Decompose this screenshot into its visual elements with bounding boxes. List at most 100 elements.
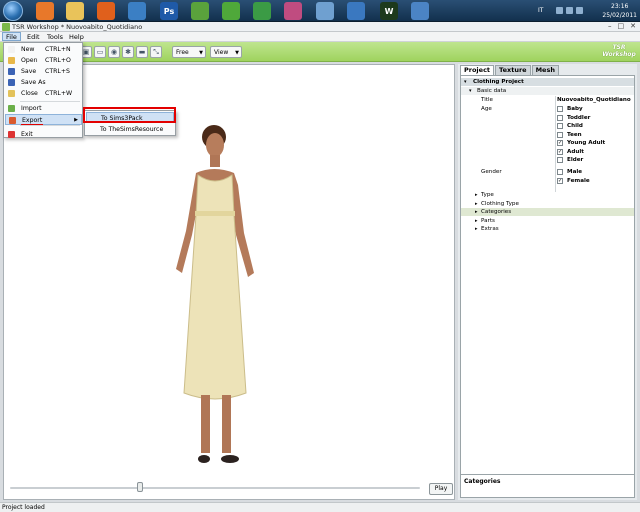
group-clothing-type[interactable]: ▸ Clothing Type bbox=[461, 200, 634, 208]
file-menu-save-as[interactable]: Save As bbox=[5, 77, 82, 88]
file-menu-close[interactable]: Close CTRL+W bbox=[5, 88, 82, 99]
start-button[interactable] bbox=[3, 1, 23, 21]
checkbox[interactable]: ✓ bbox=[557, 140, 563, 146]
group-label: Extras bbox=[481, 226, 499, 232]
group-type[interactable]: ▸ Type bbox=[461, 191, 634, 199]
menu-tools[interactable]: Tools bbox=[44, 33, 66, 41]
save-icon bbox=[8, 68, 15, 75]
collapse-icon[interactable]: ▾ bbox=[464, 78, 467, 86]
menu-item-label: Exit bbox=[21, 131, 33, 138]
menu-separator bbox=[20, 125, 80, 126]
system-tray: IT 23:16 25/02/2011 bbox=[530, 0, 640, 22]
minimize-button[interactable]: – bbox=[608, 22, 612, 30]
import-icon bbox=[8, 105, 15, 112]
expand-icon[interactable]: ▸ bbox=[475, 217, 478, 225]
checkbox-label: Adult bbox=[567, 148, 584, 155]
app-icon-1[interactable] bbox=[191, 2, 209, 20]
checkbox[interactable] bbox=[557, 131, 563, 138]
checkbox[interactable]: ✓ bbox=[557, 177, 563, 184]
maximize-button[interactable]: □ bbox=[618, 22, 625, 30]
browser-icon[interactable] bbox=[347, 2, 365, 20]
photoshop-icon[interactable]: Ps bbox=[160, 2, 178, 20]
status-bar: Project loaded bbox=[0, 502, 640, 512]
view-toolbar: ▣ ▭ ◉ ✱ ▬ ⤡ bbox=[80, 46, 162, 58]
age-option-young-adult: ✓ Young Adult bbox=[461, 139, 634, 147]
timeline-slider-thumb[interactable] bbox=[137, 482, 144, 492]
tab-texture[interactable]: Texture bbox=[495, 65, 531, 75]
tab-mesh[interactable]: Mesh bbox=[531, 65, 559, 75]
title-value-field[interactable]: Nuovoabito_Quotidiano bbox=[557, 96, 631, 104]
toolbar-button-5[interactable]: ▬ bbox=[136, 46, 148, 58]
toolbar-button-6[interactable]: ⤡ bbox=[150, 46, 162, 58]
app-icon-2[interactable] bbox=[222, 2, 240, 20]
save-as-icon bbox=[8, 79, 15, 86]
collapse-icon[interactable]: ▾ bbox=[469, 87, 472, 95]
annotation-highlight-box bbox=[83, 107, 176, 123]
menu-separator bbox=[20, 101, 80, 102]
basic-data-group[interactable]: ▾ Basic data bbox=[461, 87, 634, 95]
checkbox[interactable]: ✓ bbox=[557, 148, 563, 155]
group-extras[interactable]: ▸ Extras bbox=[461, 225, 634, 233]
age-option-child: Child bbox=[461, 122, 634, 130]
file-menu-exit[interactable]: Exit bbox=[5, 129, 82, 140]
tray-icon[interactable] bbox=[556, 7, 563, 14]
tsr-workshop-logo: TSR Workshop bbox=[602, 44, 636, 58]
file-menu-import[interactable]: Import bbox=[5, 103, 82, 114]
title-property: Title Nuovoabito_Quotidiano bbox=[481, 96, 631, 104]
menu-item-label: Open bbox=[21, 57, 38, 64]
checkbox[interactable] bbox=[557, 157, 563, 163]
tab-project[interactable]: Project bbox=[460, 65, 495, 75]
taskbar: Ps W IT 23:16 25/02/2011 bbox=[0, 0, 640, 22]
volume-icon[interactable] bbox=[576, 7, 583, 14]
toolbar-button-3[interactable]: ◉ bbox=[108, 46, 120, 58]
group-parts[interactable]: ▸ Parts bbox=[461, 217, 634, 225]
file-menu-open[interactable]: Open CTRL+O bbox=[5, 55, 82, 66]
group-categories[interactable]: ▸ Categories bbox=[461, 208, 634, 216]
animation-timeline[interactable] bbox=[10, 487, 420, 489]
file-menu-new[interactable]: New CTRL+N bbox=[5, 44, 82, 55]
workshop-icon[interactable]: W bbox=[380, 2, 398, 20]
menu-file[interactable]: File bbox=[2, 32, 21, 41]
app-icon-4[interactable] bbox=[284, 2, 302, 20]
network-tray-icon[interactable] bbox=[566, 7, 573, 14]
tool-icon[interactable] bbox=[411, 2, 429, 20]
window-title: TSR Workshop * Nuovoabito_Quotidiano bbox=[12, 23, 143, 31]
checkbox-label: Male bbox=[567, 169, 583, 175]
menu-edit[interactable]: Edit bbox=[24, 33, 43, 41]
categories-description-box: Categories bbox=[460, 474, 635, 498]
toolbar-button-4[interactable]: ✱ bbox=[122, 46, 134, 58]
gender-option-female: ✓ Female bbox=[461, 177, 634, 185]
checkbox-label: Toddler bbox=[567, 114, 591, 121]
folder-icon[interactable] bbox=[66, 2, 84, 20]
network-icon[interactable] bbox=[316, 2, 334, 20]
menubar: File Edit Tools Help bbox=[0, 32, 640, 42]
menu-help[interactable]: Help bbox=[66, 33, 87, 41]
checkbox[interactable] bbox=[557, 114, 563, 121]
app-icon-3[interactable] bbox=[253, 2, 271, 20]
file-menu-save[interactable]: Save CTRL+S bbox=[5, 66, 82, 77]
view-dropdown[interactable]: View ▼ bbox=[210, 46, 242, 58]
expand-icon[interactable]: ▸ bbox=[475, 200, 478, 208]
checkbox[interactable] bbox=[557, 123, 563, 129]
clothing-project-group[interactable]: ▾ Clothing Project bbox=[461, 78, 634, 86]
camera-mode-dropdown[interactable]: Free ▼ bbox=[172, 46, 206, 58]
close-button[interactable]: ✕ bbox=[630, 22, 636, 30]
clock[interactable]: 23:16 25/02/2011 bbox=[602, 2, 637, 20]
checkbox-label: Female bbox=[567, 177, 590, 184]
checkbox[interactable] bbox=[557, 169, 563, 175]
play-button[interactable]: Play bbox=[429, 483, 453, 495]
expand-icon[interactable]: ▸ bbox=[475, 225, 478, 233]
file-menu-export[interactable]: Export ▶ bbox=[5, 114, 82, 125]
export-icon bbox=[9, 117, 16, 124]
media-player-icon[interactable] bbox=[36, 2, 54, 20]
language-indicator[interactable]: IT bbox=[538, 7, 543, 14]
export-to-thesimsresource[interactable]: To TheSimsResource bbox=[86, 124, 174, 135]
toolbar-button-2[interactable]: ▭ bbox=[94, 46, 106, 58]
checkbox[interactable] bbox=[557, 106, 563, 112]
close-icon bbox=[8, 90, 15, 97]
menu-item-label: Save bbox=[21, 68, 37, 75]
expand-icon[interactable]: ▸ bbox=[475, 208, 478, 216]
globe-icon[interactable] bbox=[128, 2, 146, 20]
expand-icon[interactable]: ▸ bbox=[475, 191, 478, 199]
firefox-icon[interactable] bbox=[97, 2, 115, 20]
